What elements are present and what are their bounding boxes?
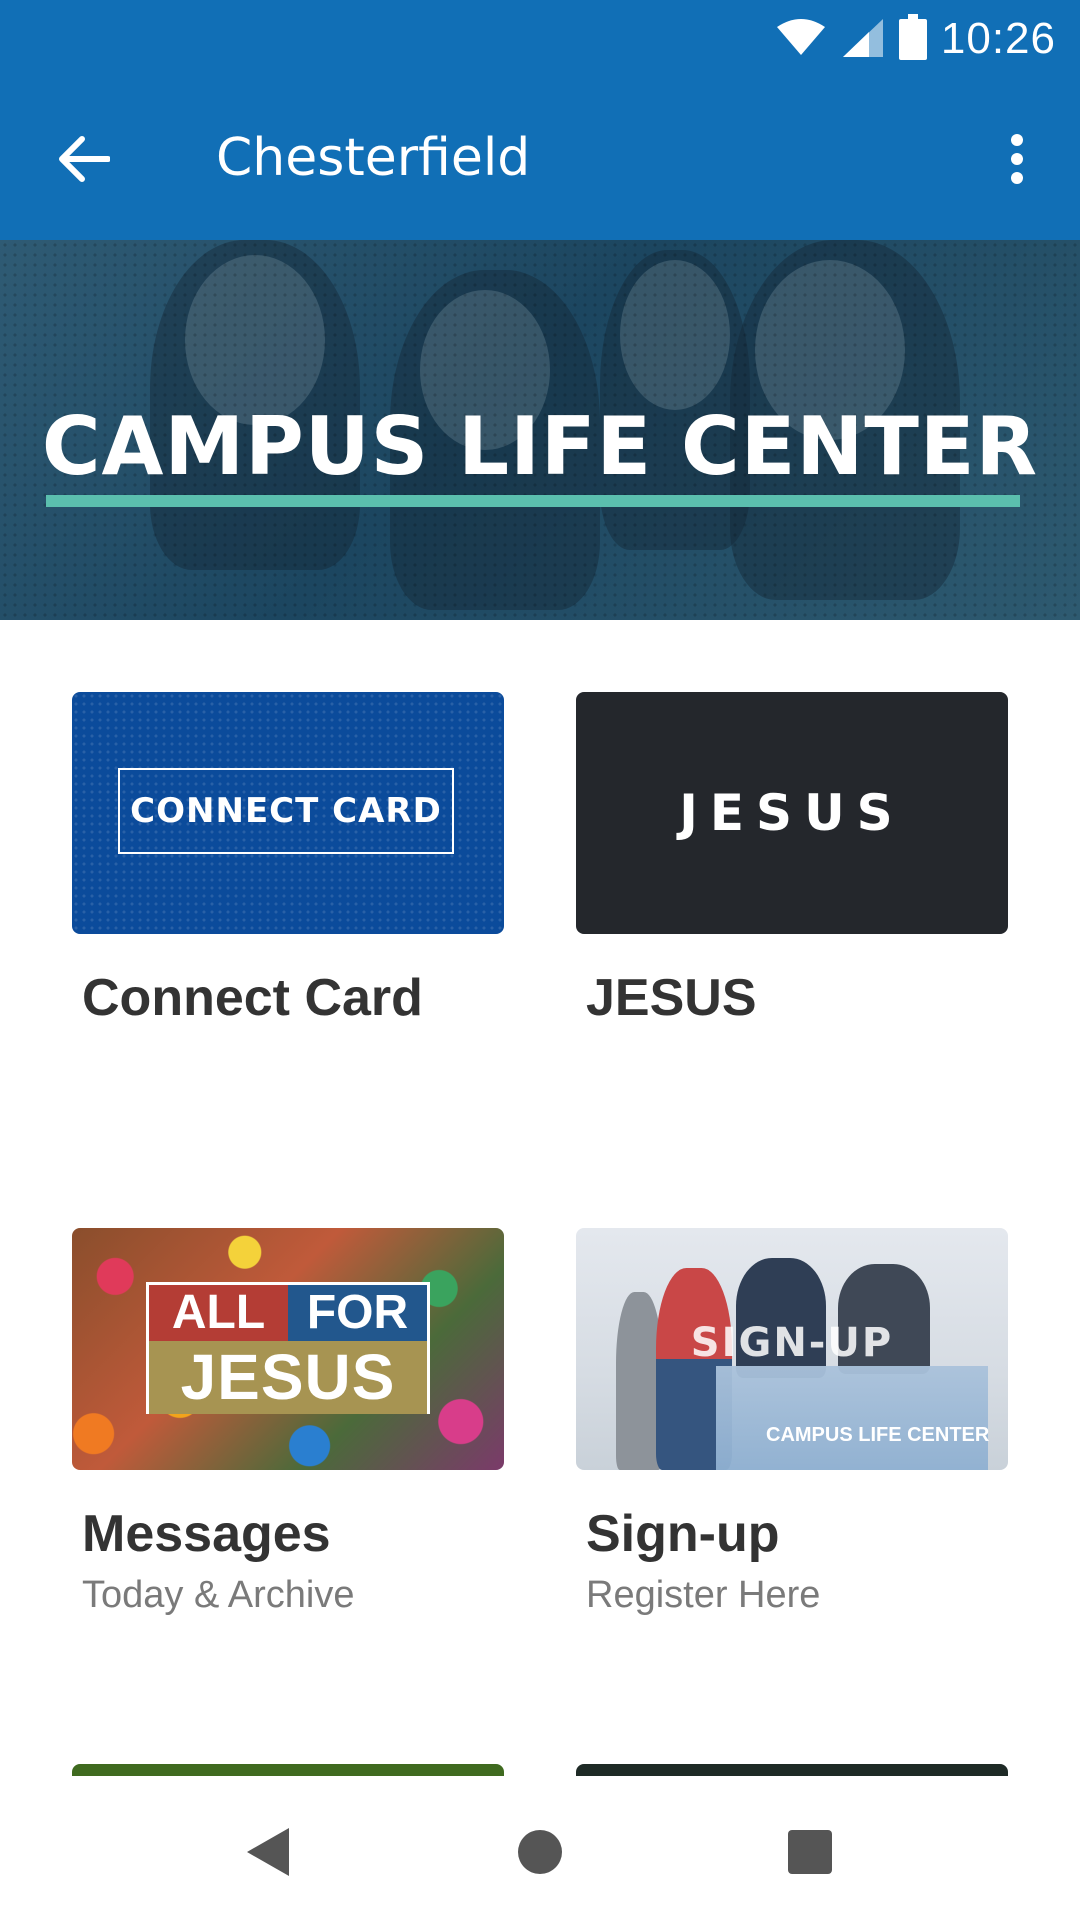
wifi-icon <box>775 17 827 62</box>
sign-up-thumb-label: SIGN-UP <box>690 1320 894 1366</box>
jesus-thumbnail: JESUS <box>576 692 1008 934</box>
tile-partial-left[interactable] <box>72 1764 504 1776</box>
tile-subtitle: Register Here <box>586 1574 821 1616</box>
logo-all: ALL <box>149 1285 288 1341</box>
tile-sign-up[interactable]: SIGN-UP CAMPUS LIFE CENTER Sign-up Regis… <box>576 1228 1008 1628</box>
sign-up-thumbnail: SIGN-UP CAMPUS LIFE CENTER <box>576 1228 1008 1470</box>
tile-title: Connect Card <box>82 969 423 1027</box>
connect-card-thumb-label: CONNECT CARD <box>118 768 454 854</box>
nav-back-button[interactable] <box>228 1812 308 1892</box>
nav-recents-button[interactable] <box>770 1812 850 1892</box>
page-title: Chesterfield <box>216 128 531 188</box>
status-icons: 10:26 <box>775 12 1056 66</box>
tile-connect-card[interactable]: CONNECT CARD Connect Card <box>72 692 504 1027</box>
sign-up-desk <box>716 1366 988 1470</box>
more-vert-icon <box>1011 134 1023 184</box>
app-bar: Chesterfield <box>0 78 1080 240</box>
logo-jesus: JESUS <box>149 1341 427 1414</box>
battery-icon <box>898 13 927 65</box>
circle-home-icon <box>518 1830 562 1874</box>
hero-title: CAMPUS LIFE CENTER <box>41 400 1039 493</box>
signal-icon <box>841 17 885 62</box>
tile-subtitle: Today & Archive <box>82 1574 355 1616</box>
tile-jesus[interactable]: JESUS JESUS <box>576 692 1008 1027</box>
status-time: 10:26 <box>940 14 1056 63</box>
jesus-thumb-label: JESUS <box>679 784 905 842</box>
tile-partial-right[interactable] <box>576 1764 1008 1776</box>
tile-messages[interactable]: ALL FOR JESUS Messages Today & Archive <box>72 1228 504 1628</box>
hero-underline <box>46 495 1020 507</box>
status-bar: 10:26 <box>0 0 1080 78</box>
arrow-left-icon <box>59 136 110 182</box>
tile-title: Messages <box>82 1505 331 1563</box>
tile-title: Sign-up <box>586 1505 780 1563</box>
hero-banner: CAMPUS LIFE CENTER <box>0 240 1080 620</box>
nav-home-button[interactable] <box>500 1812 580 1892</box>
more-options-button[interactable] <box>982 124 1052 194</box>
sign-up-desk-label: CAMPUS LIFE CENTER <box>766 1424 990 1446</box>
tile-title: JESUS <box>586 969 757 1027</box>
logo-for: FOR <box>288 1285 427 1341</box>
all-for-jesus-logo: ALL FOR JESUS <box>146 1282 430 1414</box>
back-button[interactable] <box>44 124 124 194</box>
messages-thumbnail: ALL FOR JESUS <box>72 1228 504 1470</box>
system-nav-bar <box>0 1776 1080 1920</box>
square-recents-icon <box>788 1830 832 1874</box>
triangle-back-icon <box>247 1828 289 1876</box>
connect-card-thumbnail: CONNECT CARD <box>72 692 504 934</box>
